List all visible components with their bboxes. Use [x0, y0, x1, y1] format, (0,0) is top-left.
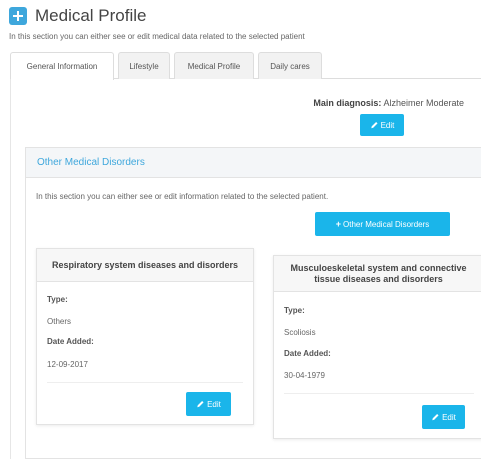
- tab-general-information[interactable]: General Information: [10, 52, 114, 80]
- date-added-label: Date Added:: [284, 349, 331, 358]
- other-disorders-panel: Other Medical Disorders In this section …: [25, 147, 481, 459]
- tab-content: Main diagnosis: Alzheimer Moderate Edit …: [10, 79, 481, 459]
- other-disorders-title: Other Medical Disorders: [26, 148, 481, 178]
- edit-disorder-button[interactable]: Edit: [422, 405, 465, 429]
- edit-disorder-button[interactable]: Edit: [186, 392, 231, 416]
- pencil-icon: [197, 400, 204, 408]
- plus-icon: +: [335, 219, 341, 229]
- add-other-disorder-button[interactable]: + Other Medical Disorders: [315, 212, 450, 236]
- type-value: Others: [47, 317, 72, 326]
- page-title: Medical Profile: [35, 6, 147, 25]
- page-header: Medical Profile: [9, 6, 147, 26]
- tab-bar: General Information Lifestyle Medical Pr…: [10, 52, 481, 80]
- main-diagnosis-value: Alzheimer Moderate: [383, 98, 464, 108]
- edit-diagnosis-label: Edit: [380, 120, 395, 130]
- disorder-card-title: Respiratory system diseases and disorder…: [37, 249, 253, 282]
- date-added-value: 12-09-2017: [47, 360, 88, 369]
- type-label: Type:: [47, 295, 68, 304]
- type-label: Type:: [284, 306, 305, 315]
- edit-disorder-label: Edit: [207, 399, 221, 409]
- page-subtitle: In this section you can either see or ed…: [9, 32, 305, 41]
- add-other-disorder-label: Other Medical Disorders: [343, 219, 430, 229]
- date-added-label: Date Added:: [47, 337, 94, 346]
- disorder-card-title: Musculoeskeletal system and connective t…: [274, 256, 481, 292]
- tab-daily-cares[interactable]: Daily cares: [258, 52, 322, 79]
- tab-lifestyle[interactable]: Lifestyle: [118, 52, 170, 79]
- main-diagnosis: Main diagnosis: Alzheimer Moderate: [11, 98, 464, 108]
- other-disorders-description: In this section you can either see or ed…: [36, 192, 329, 201]
- pencil-icon: [432, 413, 439, 421]
- type-value: Scoliosis: [284, 328, 316, 337]
- main-diagnosis-label: Main diagnosis:: [313, 98, 382, 108]
- card-divider: [284, 393, 474, 394]
- disorder-card-respiratory: Respiratory system diseases and disorder…: [36, 248, 254, 425]
- pencil-icon: [370, 121, 378, 129]
- date-added-value: 30-04-1979: [284, 371, 325, 380]
- edit-diagnosis-button[interactable]: Edit: [360, 114, 404, 136]
- edit-disorder-label: Edit: [442, 412, 456, 422]
- card-divider: [47, 382, 243, 383]
- disorder-card-musculoskeletal: Musculoeskeletal system and connective t…: [273, 255, 481, 439]
- plus-square-icon: [9, 7, 27, 25]
- tab-medical-profile[interactable]: Medical Profile: [174, 52, 254, 79]
